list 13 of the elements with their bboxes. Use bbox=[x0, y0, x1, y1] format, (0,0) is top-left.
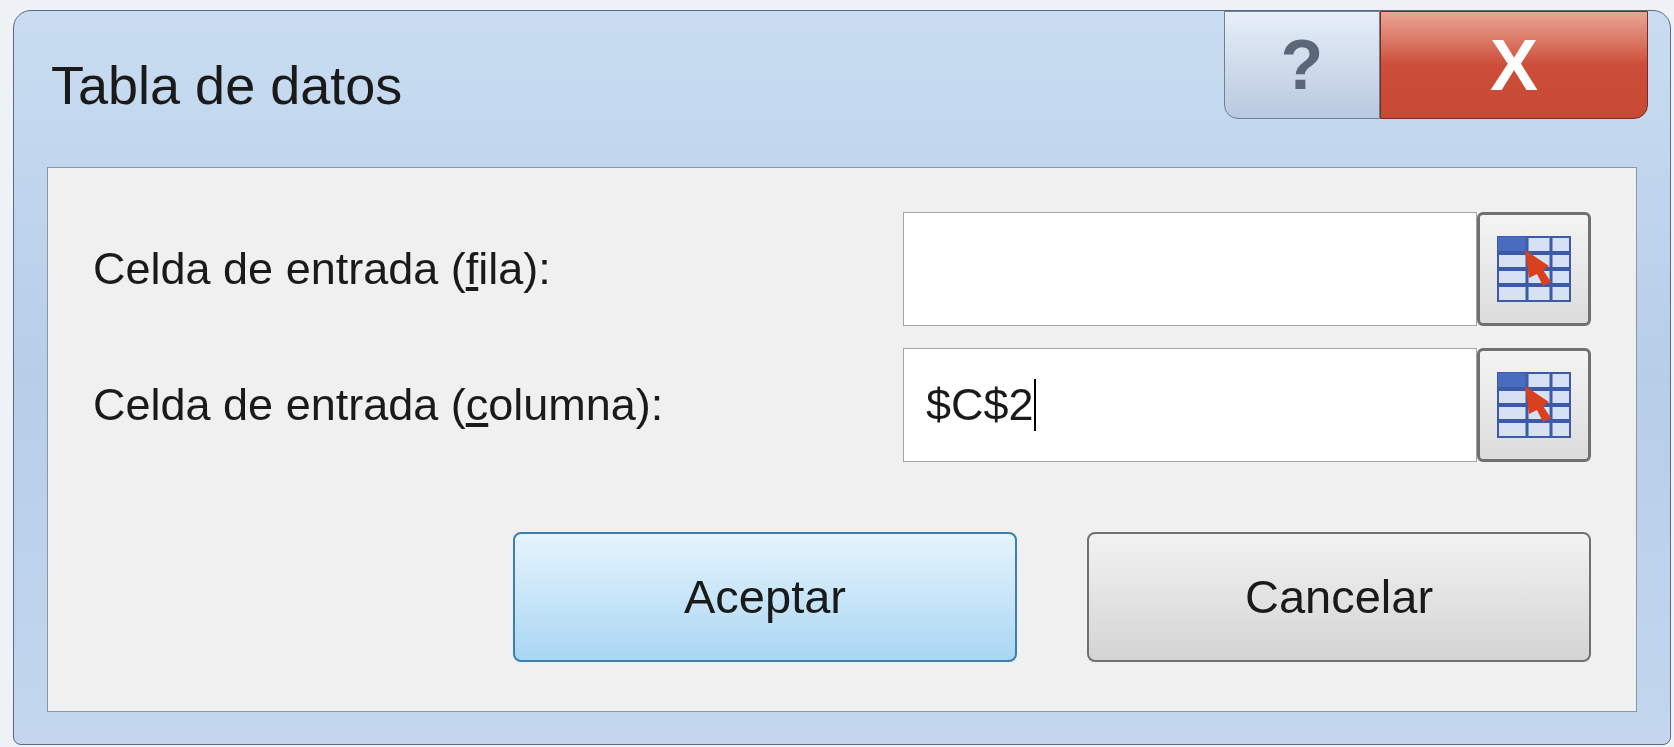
help-button[interactable]: ? bbox=[1224, 11, 1380, 119]
field-label: Celda de entrada (columna): bbox=[93, 378, 665, 433]
range-picker-icon bbox=[1497, 372, 1571, 438]
dialog-button[interactable]: Cancelar bbox=[1087, 532, 1591, 662]
range-picker-button[interactable] bbox=[1477, 348, 1591, 462]
dialog-button[interactable]: Aceptar bbox=[513, 532, 1017, 662]
range-picker-icon bbox=[1497, 236, 1571, 302]
input-field[interactable] bbox=[903, 212, 1477, 326]
field-label: Celda de entrada (fila): bbox=[93, 242, 552, 297]
close-button[interactable]: X bbox=[1380, 11, 1648, 119]
range-picker-button[interactable] bbox=[1477, 212, 1591, 326]
window-title: Tabla de datos bbox=[51, 53, 403, 117]
input-field[interactable]: $C$2 bbox=[903, 348, 1477, 462]
